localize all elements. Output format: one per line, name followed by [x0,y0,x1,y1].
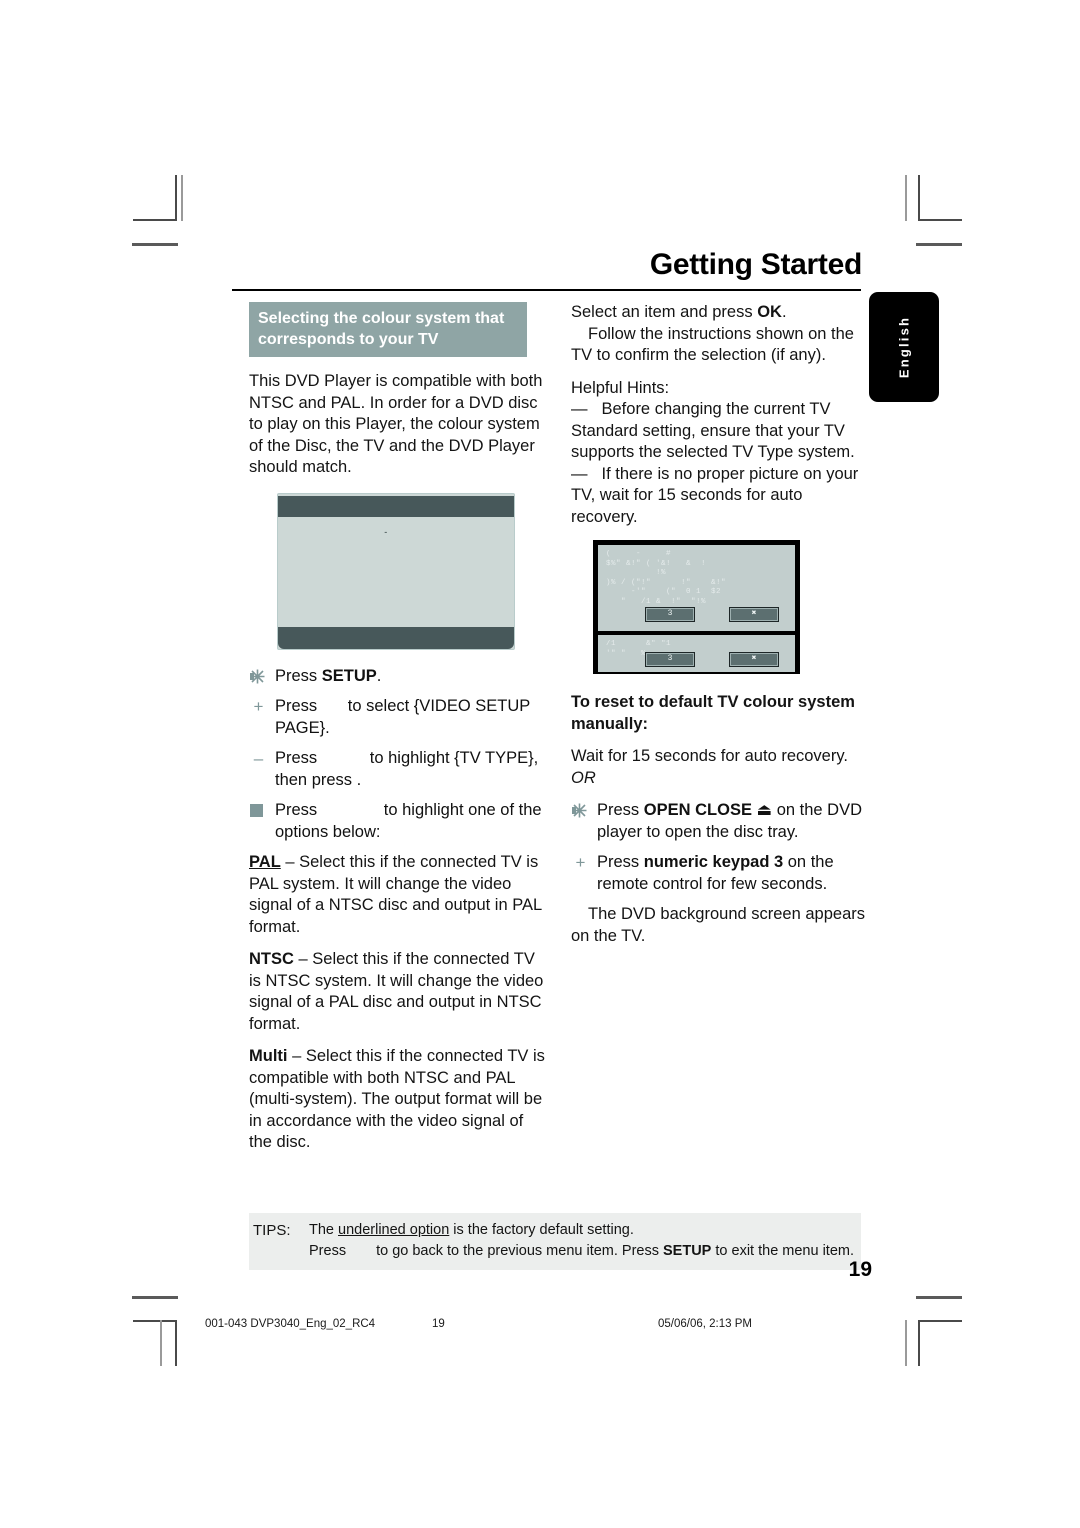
step-press-setup: Press SETUP. [249,666,546,688]
dialog-primary-button-2[interactable]: ✖ [729,607,779,622]
plus-icon: + [253,697,264,716]
dialog-primary-text: ( - # $%" &!" ( '&! & ! !% )% / ("!" !" … [606,550,727,606]
reset-heading: To reset to default TV colour system man… [571,693,855,733]
setup-screen-illustration: - [277,492,515,650]
screen-title-bar [278,495,514,517]
step-list: Press SETUP. + Press to select {VIDEO SE… [249,666,546,844]
crop-mark-top-right-vertical [918,175,920,221]
dialog-secondary-button-1[interactable]: 3 [645,652,695,667]
star-icon [571,800,590,819]
tips-line-1: The underlined option is the factory def… [309,1222,634,1238]
reset-step-open-close: Press OPEN CLOSE ⏏ on the DVD player to … [571,800,868,843]
step-highlight-option: Press to highlight one of the options be… [249,800,546,843]
footer-timestamp: 05/06/06, 2:13 PM [658,1318,752,1330]
language-tab-label: English [896,315,912,379]
screen-glyph: - [384,526,389,537]
language-tab-english: English [869,292,939,402]
hint-item-1: — Before changing the current TV Standard… [571,400,855,461]
dialog-secondary-button-2[interactable]: ✖ [729,652,779,667]
tv-dialog-screenshot: ( - # $%" &!" ( '&! & ! !% )% / ("!" !" … [593,540,800,674]
reset-step-list: Press OPEN CLOSE ⏏ on the DVD player to … [571,800,868,895]
crop-tick-top-right [905,175,907,221]
crop-mark-top-left-vertical [175,175,177,221]
plus-icon: + [575,853,586,872]
step-text: Press to highlight {TV TYPE}, then press… [275,749,539,789]
step-text: Press to highlight one of the options be… [275,801,542,841]
header-divider [232,289,861,291]
option-multi: Multi – Select this if the connected TV … [249,1047,545,1151]
right-column: Select an item and press OK. Follow the … [571,302,868,958]
eject-icon: ⏏ [756,801,773,819]
intro-paragraph: This DVD Player is compatible with both … [249,372,543,476]
step-text: Press numeric keypad 3 on the remote con… [597,853,834,893]
registration-bar-bottom-left [132,1296,178,1299]
registration-bar-top-left [132,243,178,246]
reset-wait-line: Wait for 15 seconds for auto recovery. [571,747,848,765]
footer-file-name: 001-043 DVP3040_Eng_02_RC4 [205,1318,376,1330]
tips-label: TIPS: [253,1222,291,1239]
left-column: Selecting the colour system that corresp… [249,302,546,1165]
option-ntsc: NTSC – Select this if the connected TV i… [249,950,544,1033]
dialog-panel-primary: ( - # $%" &!" ( '&! & ! !% )% / ("!" !" … [598,545,795,631]
reset-step-result: The DVD background screen appears on the… [571,905,865,945]
reset-or-line: OR [571,768,596,787]
crop-mark-top-right-horizontal [918,219,962,221]
page-title: Getting Started [649,248,862,281]
step-text: Press OPEN CLOSE ⏏ on the DVD player to … [597,801,863,841]
registration-bar-top-right [916,243,962,246]
step-select-video-setup-page: + Press to select {VIDEO SETUP PAGE}. [249,696,546,739]
em-dash-icon: — [571,464,588,483]
crop-mark-top-left-horizontal [133,219,177,221]
em-dash-icon: — [571,400,588,418]
dialog-primary-button-1[interactable]: 3 [645,607,695,622]
helpful-hints-title: Helpful Hints: [571,378,670,397]
registration-bar-bottom-right [916,1296,962,1299]
screen-footer-bar [278,626,514,649]
step-highlight-tv-type: – Press to highlight {TV TYPE}, then pre… [249,748,546,791]
square-bullet-icon [250,804,263,817]
step-text: Press SETUP. [275,666,382,685]
option-pal: PAL – Select this if the connected TV is… [249,853,542,936]
tips-body: The underlined option is the factory def… [309,1220,854,1262]
star-icon [249,666,268,685]
section-heading: Selecting the colour system that corresp… [249,302,527,357]
footer-page-number: 19 [432,1318,445,1330]
crop-tick-top-left [181,175,183,221]
reset-step-numeric-keypad: + Press numeric keypad 3 on the remote c… [571,852,868,895]
dash-icon: – [253,749,264,768]
follow-instructions-paragraph: Follow the instructions shown on the TV … [571,324,854,365]
step-text: Press to select {VIDEO SETUP PAGE}. [275,697,530,737]
tips-line-2: Press to go back to the previous menu it… [309,1243,855,1259]
select-item-paragraph: Select an item and press OK. [571,303,787,321]
dialog-panel-secondary: /1 &" "1 '" " % 3 ✖ [598,635,795,672]
print-footer: 001-043 DVP3040_Eng_02_RC4 19 05/06/06, … [0,1318,1080,1342]
tips-box: TIPS: The underlined option is the facto… [249,1213,861,1270]
page-number: 19 [848,1258,872,1281]
hint-item-2: — If there is no proper picture on your T… [571,464,859,526]
